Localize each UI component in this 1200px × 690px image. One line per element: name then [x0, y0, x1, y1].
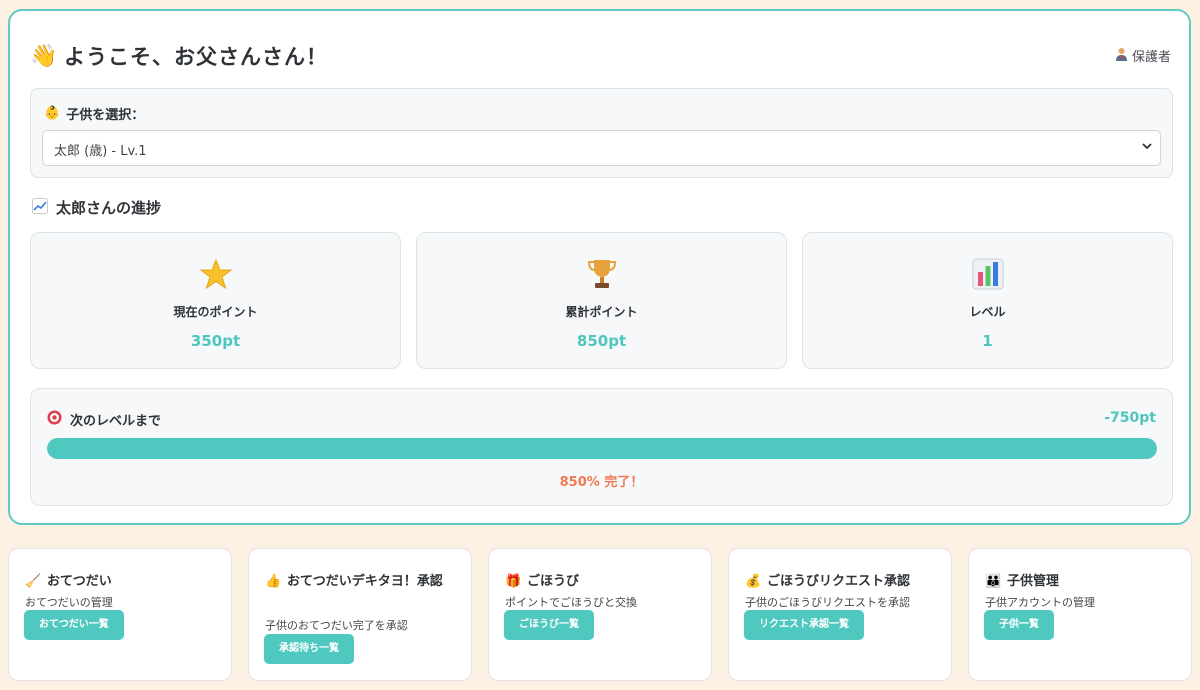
welcome-header: 👋 ようこそ、お父さんさん！ 保護者 [30, 37, 1171, 71]
menu-card-title: 🎁 ごほうび [505, 569, 701, 594]
children-list-button[interactable]: 子供一覧 [984, 610, 1054, 640]
menu-card-desc: 子供のごほうびリクエストを承認 [745, 596, 910, 609]
star-icon [31, 257, 400, 291]
menu-card-title: 👍 おてつだいデキタヨ！承認 [265, 569, 461, 594]
person-icon [1115, 47, 1128, 65]
chart-increasing-icon [32, 197, 48, 218]
menu-card-chore-approval: 👍 おてつだいデキタヨ！承認 子供のおてつだい完了を承認 承認待ち一覧 [248, 548, 472, 681]
waving-hand-icon: 👋 [30, 43, 59, 69]
role-text: 保護者 [1131, 50, 1171, 65]
trophy-icon [417, 257, 786, 291]
menu-card-desc: 子供のおてつだい完了を承認 [265, 619, 408, 632]
menu-card-reward-requests: 💰 ごほうびリクエスト承認 子供のごほうびリクエストを承認 リクエスト承認一覧 [728, 548, 952, 681]
menu-card-children: 👪 子供管理 子供アカウントの管理 子供一覧 [968, 548, 1192, 681]
stat-value: 1 [982, 332, 993, 350]
child-select-label-text: 子供を選択： [66, 108, 145, 123]
welcome-title: 👋 ようこそ、お父さんさん！ [30, 41, 328, 71]
menu-card-desc: 子供アカウントの管理 [985, 596, 1095, 609]
stat-card-level: レベル 1 [802, 232, 1173, 369]
baby-icon: 👶 [44, 106, 61, 121]
stat-label: 現在のポイント [173, 305, 258, 319]
stat-label: 累計ポイント [565, 305, 638, 319]
menu-card-desc: ポイントでごほうびと交換 [505, 596, 637, 609]
level-progress-fill [47, 438, 1157, 459]
dashboard-card: 👋 ようこそ、お父さんさん！ 保護者 👶 子供を選択： 太郎 (歳) - Lv.… [8, 9, 1191, 525]
bar-chart-icon [803, 257, 1172, 291]
child-select-value: 太郎 (歳) - Lv.1 [54, 144, 147, 159]
stat-value: 350pt [190, 332, 241, 350]
next-level-label: 次のレベルまで [47, 410, 161, 429]
menu-card-rewards: 🎁 ごほうび ポイントでごほうびと交換 ごほうび一覧 [488, 548, 712, 681]
progress-heading: 太郎さんの進捗 [32, 197, 161, 218]
level-progress-bar [47, 438, 1157, 459]
broom-icon: 🧹 [25, 574, 42, 589]
menu-card-title: 💰 ごほうびリクエスト承認 [745, 569, 941, 594]
next-level-label-text: 次のレベルまで [70, 414, 162, 429]
stat-label: レベル [969, 305, 1006, 319]
stat-card-total-points: 累計ポイント 850pt [416, 232, 787, 369]
menu-card-chores: 🧹 おてつだい おてつだいの管理 おてつだい一覧 [8, 548, 232, 681]
stat-value: 850pt [576, 332, 627, 350]
gift-icon: 🎁 [505, 574, 522, 589]
stat-card-current-points: 現在のポイント 350pt [30, 232, 401, 369]
target-icon [47, 410, 62, 429]
pending-approval-button[interactable]: 承認待ち一覧 [264, 634, 354, 664]
progress-heading-text: 太郎さんの進捗 [56, 199, 162, 217]
user-role: 保護者 [1115, 46, 1171, 65]
child-select-label: 👶 子供を選択： [44, 104, 144, 123]
menu-card-title: 🧹 おてつだい [25, 569, 221, 594]
thumbs-up-icon: 👍 [265, 574, 282, 589]
welcome-text: ようこそ、お父さんさん！ [64, 45, 328, 69]
chores-list-button[interactable]: おてつだい一覧 [24, 610, 124, 640]
menu-card-desc: おてつだいの管理 [25, 596, 113, 609]
rewards-list-button[interactable]: ごほうび一覧 [504, 610, 594, 640]
child-select-dropdown[interactable]: 太郎 (歳) - Lv.1 [42, 130, 1161, 166]
request-approval-button[interactable]: リクエスト承認一覧 [744, 610, 864, 640]
child-select-panel: 👶 子供を選択： 太郎 (歳) - Lv.1 [30, 88, 1173, 178]
family-icon: 👪 [985, 574, 1002, 589]
menu-card-title: 👪 子供管理 [985, 569, 1181, 594]
next-level-panel: 次のレベルまで -750pt 850% 完了！ [30, 388, 1173, 506]
level-complete-text: 850% 完了！ [559, 475, 644, 490]
chevron-down-icon [1142, 140, 1152, 154]
points-remaining: -750pt [1104, 410, 1156, 426]
money-bag-icon: 💰 [745, 574, 762, 589]
